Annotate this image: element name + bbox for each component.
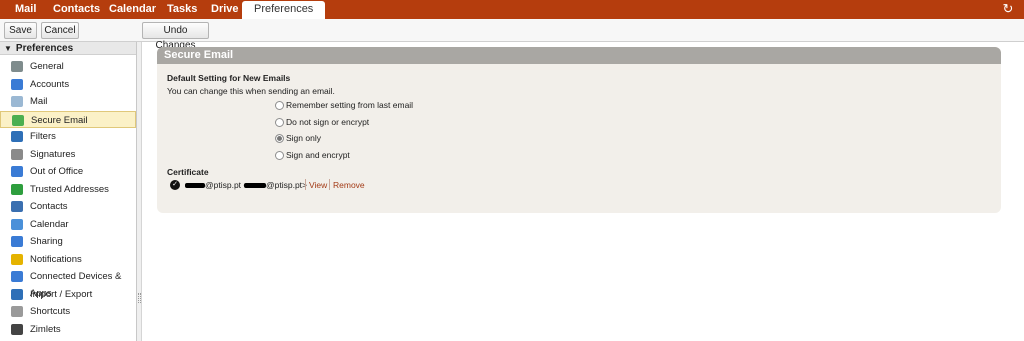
sidebar-item-mail[interactable]: Mail [0, 93, 136, 110]
preferences-sidebar: ▼ Preferences General Accounts Mail Secure E… [0, 42, 137, 341]
secure-email-icon [12, 114, 24, 126]
sidebar-item-out-of-office[interactable]: Out of Office [0, 163, 136, 180]
tab-tasks[interactable]: Tasks [167, 0, 197, 19]
radio-option-label[interactable]: Sign and encrypt [286, 150, 350, 160]
sidebar-item-zimlets[interactable]: Zimlets [0, 321, 136, 338]
toolbar: Save Cancel Undo Changes [0, 19, 1024, 51]
sidebar-item-label: Notifications [30, 253, 82, 265]
bell-icon [11, 253, 23, 265]
tab-preferences[interactable]: Preferences [242, 1, 326, 19]
calendar-icon [11, 218, 23, 230]
sidebar-item-label: Accounts [30, 78, 70, 90]
sidebar-item-trusted-addresses[interactable]: Trusted Addresses [0, 181, 136, 198]
sidebar-item-label: Zimlets [30, 323, 61, 335]
default-setting-heading: Default Setting for New Emails [167, 73, 291, 83]
sidebar-item-label: Shortcuts [30, 306, 71, 317]
radio-option[interactable] [275, 101, 284, 110]
tab-calendar[interactable]: Calendar [109, 0, 156, 19]
sidebar-item-label: Filters [30, 131, 56, 142]
sidebar-item-general[interactable]: General [0, 58, 136, 75]
certificate-heading: Certificate [167, 167, 209, 177]
zimlets-icon [11, 323, 23, 335]
radio-option-label[interactable]: Remember setting from last email [286, 100, 413, 110]
sidebar-item-label: Out of Office [30, 166, 84, 177]
redacted-name [185, 183, 205, 188]
sidebar-item-label: General [30, 61, 64, 72]
radio-option[interactable] [275, 118, 284, 127]
resize-grip-icon[interactable] [138, 293, 141, 303]
contacts-icon [11, 201, 23, 212]
sidebar-item-label: Trusted Addresses [30, 183, 109, 195]
collapse-triangle-icon[interactable]: ▼ [4, 42, 12, 55]
shield-icon [11, 183, 23, 195]
certificate-address-b: @ptisp.pt> [266, 180, 307, 190]
top-nav: Mail Contacts Calendar Tasks Drive Prefe… [0, 0, 1024, 19]
sharing-icon [11, 236, 23, 247]
sidebar-item-label: Mail [30, 96, 48, 107]
cancel-button[interactable]: Cancel [41, 22, 79, 39]
radio-option-label[interactable]: Do not sign or encrypt [286, 117, 369, 127]
radio-option[interactable] [275, 151, 284, 160]
sidebar-item-calendar[interactable]: Calendar [0, 216, 136, 233]
verified-check-icon: ✓ [170, 180, 180, 190]
sidebar-item-accounts[interactable]: Accounts [0, 76, 136, 93]
sidebar-item-contacts[interactable]: Contacts [0, 198, 136, 215]
signature-icon [11, 148, 23, 160]
mail-icon [11, 96, 23, 107]
separator [329, 179, 330, 190]
redacted-address [244, 183, 266, 188]
tab-drive[interactable]: Drive [211, 0, 239, 19]
tab-mail[interactable]: Mail [15, 0, 36, 19]
devices-icon [11, 271, 23, 282]
save-button[interactable]: Save [4, 22, 37, 39]
radio-option[interactable] [275, 134, 284, 143]
filter-icon [11, 131, 23, 142]
sidebar-item-signatures[interactable]: Signatures [0, 146, 136, 163]
accounts-icon [11, 78, 23, 90]
sidebar-item-secure-email[interactable]: Secure Email [0, 110, 136, 128]
undo-changes-button[interactable]: Undo Changes [142, 22, 209, 51]
shortcuts-icon [11, 306, 23, 317]
sidebar-header-label: Preferences [15, 43, 74, 54]
sidebar-item-label: Contacts [30, 201, 68, 212]
out-of-office-icon [11, 166, 23, 177]
sidebar-item-filters[interactable]: Filters [0, 128, 136, 145]
separator [305, 179, 306, 190]
sidebar-item-label: Sharing [30, 236, 63, 247]
sidebar-header[interactable]: ▼ Preferences [0, 42, 136, 55]
sidebar-item-label: Signatures [30, 148, 76, 160]
sidebar-item-label: Import / Export [30, 288, 93, 300]
tab-contacts[interactable]: Contacts [53, 0, 100, 19]
sidebar-item-sharing[interactable]: Sharing [0, 233, 136, 250]
radio-option-label[interactable]: Sign only [286, 133, 321, 143]
panel-title: Secure Email [157, 47, 1001, 64]
import-export-icon [11, 288, 23, 300]
refresh-icon[interactable]: ↻ [1001, 2, 1015, 16]
sidebar-item-label: Secure Email [31, 114, 88, 126]
sidebar-item-label: Calendar [30, 218, 69, 230]
gear-icon [11, 61, 23, 72]
default-setting-subtext: You can change this when sending an emai… [167, 86, 335, 96]
sidebar-item-import-export[interactable]: Import / Export [0, 286, 136, 303]
sidebar-item-connected-devices-apps[interactable]: Connected Devices & Apps [0, 268, 136, 299]
certificate-address-a: @ptisp.pt < [205, 180, 249, 190]
remove-certificate-link[interactable]: Remove [333, 180, 365, 190]
sidebar-item-notifications[interactable]: Notifications [0, 251, 136, 268]
sidebar-item-shortcuts[interactable]: Shortcuts [0, 303, 136, 320]
view-certificate-link[interactable]: View [309, 180, 327, 190]
